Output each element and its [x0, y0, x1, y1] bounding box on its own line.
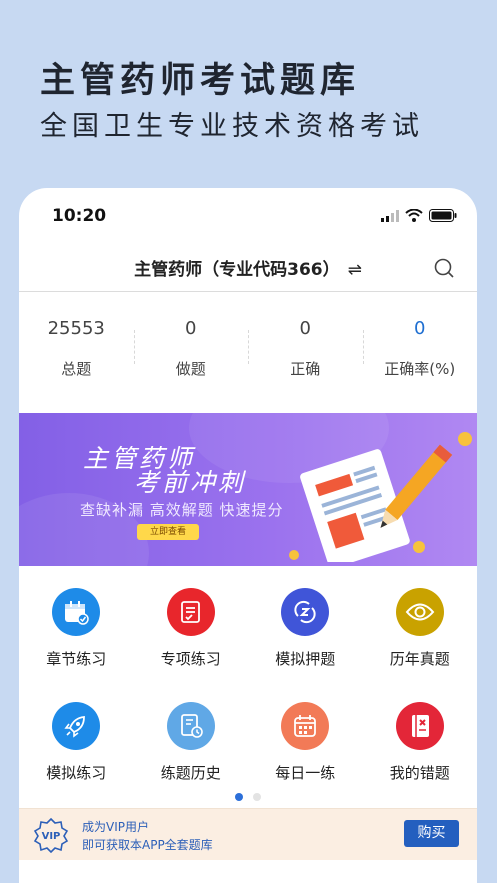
cell-label: 章节练习: [46, 650, 107, 668]
cell-label: 练题历史: [160, 764, 221, 782]
vip-badge-icon: VIP: [33, 817, 69, 853]
stat-label: 正确: [290, 360, 321, 378]
cell-label: 历年真题: [389, 650, 450, 668]
hero-subtitle: 全国卫生专业技术资格考试: [40, 111, 424, 142]
topic-practice[interactable]: 专项练习: [134, 588, 249, 702]
stats-panel: 25553 总题 0 做题 0 正确 0 正确率(%): [19, 292, 477, 413]
nav-title: 主管药师（专业代码366）: [134, 260, 340, 280]
cell-label: 每日一练: [275, 764, 336, 782]
cell-label: 专项练习: [160, 650, 221, 668]
stat-value: 0: [185, 318, 197, 339]
banner-view-button[interactable]: 立即查看: [137, 524, 199, 540]
stat-correct: 0 正确: [248, 318, 363, 413]
vip-headline: 成为VIP用户: [82, 820, 149, 834]
feature-grid: 章节练习 专项练习 模拟押题 历年真题 模拟练习 练题历史 每日一练 我的错题: [19, 566, 477, 816]
cell-label: 我的错题: [389, 764, 450, 782]
status-time: 10:20: [52, 206, 107, 226]
status-icons: [381, 209, 457, 222]
checklist-icon: [166, 588, 215, 636]
daily-calendar-icon: [281, 702, 330, 750]
battery-icon: [429, 209, 457, 222]
signal-icon: [381, 209, 399, 222]
buy-button[interactable]: 购买: [404, 820, 459, 847]
promo-banner[interactable]: 主管药师 考前冲刺 查缺补漏 高效解题 快速提分 立即查看: [19, 413, 477, 566]
banner-title-line2: 考前冲刺: [134, 468, 247, 497]
vip-description: 即可获取本APP全套题库: [82, 838, 213, 852]
hero-title: 主管药师考试题库: [40, 61, 361, 101]
rocket-icon: [52, 702, 101, 750]
banner-tagline: 查缺补漏 高效解题 快速提分: [80, 501, 284, 519]
status-bar: 10:20: [19, 188, 477, 244]
wifi-icon: [405, 209, 423, 222]
stat-total: 25553 总题: [19, 318, 134, 413]
calendar-check-icon: [52, 588, 101, 636]
search-icon[interactable]: [433, 257, 455, 279]
stat-value: 0: [414, 318, 426, 339]
page-dot[interactable]: [253, 793, 261, 801]
cell-label: 模拟练习: [46, 764, 107, 782]
swap-icon: ⇌: [347, 260, 362, 280]
history-doc-icon: [166, 702, 215, 750]
page-indicator: [19, 793, 477, 801]
stat-label: 正确率(%): [384, 360, 456, 378]
cell-label: 模拟押题: [275, 650, 336, 668]
past-exams[interactable]: 历年真题: [363, 588, 478, 702]
stat-accuracy: 0 正确率(%): [362, 318, 478, 413]
document-pencil-illustration: [289, 432, 472, 562]
stat-done: 0 做题: [133, 318, 249, 413]
stat-label: 总题: [61, 360, 92, 378]
stat-label: 做题: [175, 360, 206, 378]
stat-value: 0: [299, 318, 311, 339]
error-book-icon: [395, 702, 444, 750]
mock-predict[interactable]: 模拟押题: [248, 588, 363, 702]
nav-bar: 主管药师（专业代码366） ⇌: [19, 244, 477, 292]
eye-icon: [395, 588, 444, 636]
exam-switcher[interactable]: 主管药师（专业代码366） ⇌: [19, 255, 477, 280]
svg-text:VIP: VIP: [42, 831, 61, 842]
refresh-z-icon: [281, 588, 330, 636]
phone-screen: 10:20 主管药师（专业代码366） ⇌ 25553 总题 0 做题 0 正确…: [19, 188, 477, 883]
chapter-practice[interactable]: 章节练习: [19, 588, 134, 702]
stat-value: 25553: [47, 318, 105, 339]
vip-bar: VIP 成为VIP用户 即可获取本APP全套题库 购买: [19, 808, 477, 860]
page-dot-active[interactable]: [235, 793, 243, 801]
